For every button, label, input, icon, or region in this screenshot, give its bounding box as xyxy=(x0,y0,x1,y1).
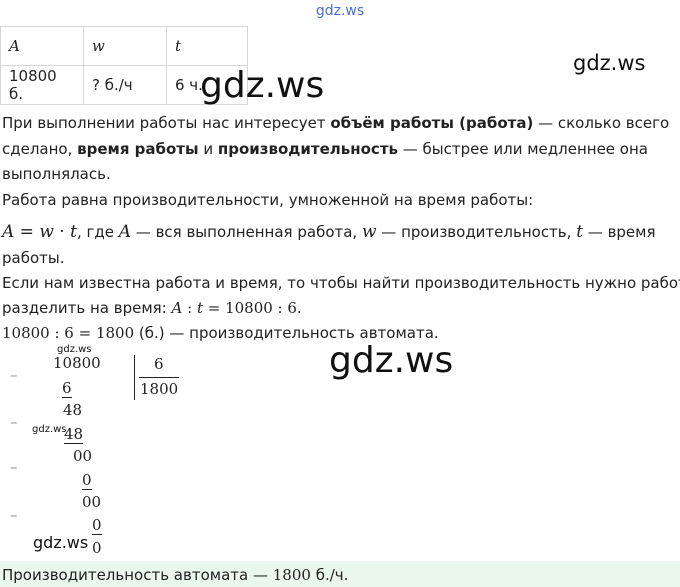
division-step-value: 48 xyxy=(64,425,84,444)
table-header-row: A w t xyxy=(0,26,248,66)
paragraph-3: выполнялась. xyxy=(2,165,111,183)
paragraph-5: работы. xyxy=(2,249,65,267)
watermark-middle: gdz.ws xyxy=(329,340,454,381)
text-run: б./ч. xyxy=(310,566,349,584)
division-step: 0 xyxy=(92,539,102,557)
division-quotient: 1800 xyxy=(140,380,179,398)
division-dividend: 10800 xyxy=(53,354,101,372)
paragraph-4: Работа равна производительности, умножен… xyxy=(2,191,534,209)
text-run: сделано, xyxy=(2,140,78,158)
math-op: = xyxy=(14,222,40,242)
table-cell: 10800 б. xyxy=(0,65,84,105)
division-step-value: 6 xyxy=(62,379,72,398)
division-horizontal-bar xyxy=(139,377,179,378)
answer-line: Производительность автомата — 1800 б./ч. xyxy=(2,566,348,584)
paragraph-7: разделить на время: A : t = 10800 : 6. xyxy=(2,299,302,317)
division-vertical-bar xyxy=(134,355,135,400)
table-header-cell: t xyxy=(166,26,248,66)
math-expression: 10800 : 6 = 1800 xyxy=(2,324,135,342)
math-op: : xyxy=(182,299,197,317)
math-var: w xyxy=(361,222,377,242)
division-step-value: 0 xyxy=(82,471,92,490)
math-var: t xyxy=(576,222,584,242)
division-divisor: 6 xyxy=(154,355,164,373)
paragraph-6: Если нам известна работа и время, то что… xyxy=(2,274,680,292)
math-var: A xyxy=(2,222,15,242)
text-run: — вся выполненная работа, xyxy=(131,223,362,241)
text-run: , где xyxy=(76,223,119,241)
formula-line: A = w · t, где A — вся выполненная работ… xyxy=(2,222,656,242)
watermark-right: gdz.ws xyxy=(573,51,646,75)
bold-term: производительность xyxy=(217,140,399,158)
minus-sign: – xyxy=(10,458,18,476)
table-header-cell: w xyxy=(83,26,167,66)
minus-sign: – xyxy=(10,366,18,384)
text-run: — производительность, xyxy=(376,223,577,241)
text-run: — сколько всего xyxy=(533,114,670,132)
text-run: и xyxy=(198,140,218,158)
division-step: 00 xyxy=(82,493,102,511)
division-step: 48 xyxy=(63,401,83,419)
math-expression: = 10800 : 6. xyxy=(202,299,302,317)
division-step: 0 xyxy=(82,471,92,490)
math-expression: 1800 xyxy=(272,566,311,584)
table-cell: ? б./ч xyxy=(83,65,167,105)
text-run: Производительность автомата — xyxy=(2,566,273,584)
math-var: t xyxy=(70,222,77,242)
division-step-value: 0 xyxy=(92,516,102,535)
bold-term: время работы xyxy=(77,140,199,158)
math-var: A xyxy=(118,222,132,242)
math-op: · xyxy=(53,222,71,242)
watermark-top: gdz.ws xyxy=(315,3,365,19)
watermark-bottom-left: gdz.ws xyxy=(33,533,89,552)
division-step: 48 xyxy=(64,425,84,444)
text-run: При выполнении работы нас интересует xyxy=(2,114,331,132)
division-step: 00 xyxy=(73,447,93,465)
watermark-small: gdz.ws xyxy=(32,424,67,435)
watermark-table: gdz.ws xyxy=(200,65,325,106)
text-run: — время xyxy=(583,223,656,241)
text-run: разделить на время: xyxy=(2,299,172,317)
division-step: 0 xyxy=(92,516,102,535)
minus-sign: – xyxy=(10,506,18,524)
paragraph-1: При выполнении работы нас интересует объ… xyxy=(2,114,669,132)
division-step: 6 xyxy=(62,379,72,398)
math-var: A xyxy=(171,299,183,317)
text-run: — быстрее или медленнее она xyxy=(398,140,648,158)
paragraph-2: сделано, время работы и производительнос… xyxy=(2,140,648,158)
minus-sign: – xyxy=(10,413,18,431)
bold-term: объём работы (работа) xyxy=(330,114,534,132)
table-header-cell: A xyxy=(0,26,84,66)
math-var: w xyxy=(39,222,54,242)
